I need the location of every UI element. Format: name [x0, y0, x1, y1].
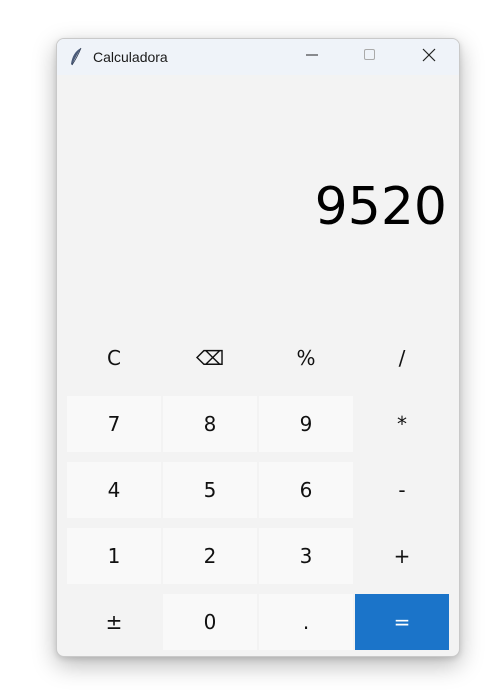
digit-7-button[interactable]: 7	[67, 396, 161, 452]
negate-button[interactable]: ±	[67, 594, 161, 650]
minus-button[interactable]: -	[355, 462, 449, 518]
divide-button[interactable]: /	[355, 330, 449, 386]
backspace-icon: ⌫	[195, 346, 225, 370]
digit-3-button[interactable]: 3	[259, 528, 353, 584]
title-bar[interactable]: Calculadora	[57, 39, 459, 75]
backspace-button[interactable]: ⌫	[163, 330, 257, 386]
feather-icon	[68, 47, 84, 67]
result-display: 9520	[314, 177, 447, 237]
minimize-button[interactable]	[289, 39, 335, 75]
window-title: Calculadora	[93, 49, 168, 65]
multiply-button[interactable]: *	[355, 396, 449, 452]
digit-0-button[interactable]: 0	[163, 594, 257, 650]
close-icon	[422, 48, 436, 67]
digit-9-button[interactable]: 9	[259, 396, 353, 452]
maximize-button[interactable]	[347, 39, 393, 75]
digit-5-button[interactable]: 5	[163, 462, 257, 518]
close-button[interactable]	[406, 39, 452, 75]
decimal-button[interactable]: .	[259, 594, 353, 650]
percent-button[interactable]: %	[259, 330, 353, 386]
digit-4-button[interactable]: 4	[67, 462, 161, 518]
digit-1-button[interactable]: 1	[67, 528, 161, 584]
equals-button[interactable]: =	[355, 594, 449, 650]
minimize-icon	[306, 48, 318, 66]
calculator-window: Calculadora 9520 C ⌫ % / 7 8 9 * 4 5 6 -…	[56, 38, 460, 657]
clear-button[interactable]: C	[67, 330, 161, 386]
digit-6-button[interactable]: 6	[259, 462, 353, 518]
digit-8-button[interactable]: 8	[163, 396, 257, 452]
plus-button[interactable]: +	[355, 528, 449, 584]
digit-2-button[interactable]: 2	[163, 528, 257, 584]
maximize-icon	[364, 48, 376, 66]
